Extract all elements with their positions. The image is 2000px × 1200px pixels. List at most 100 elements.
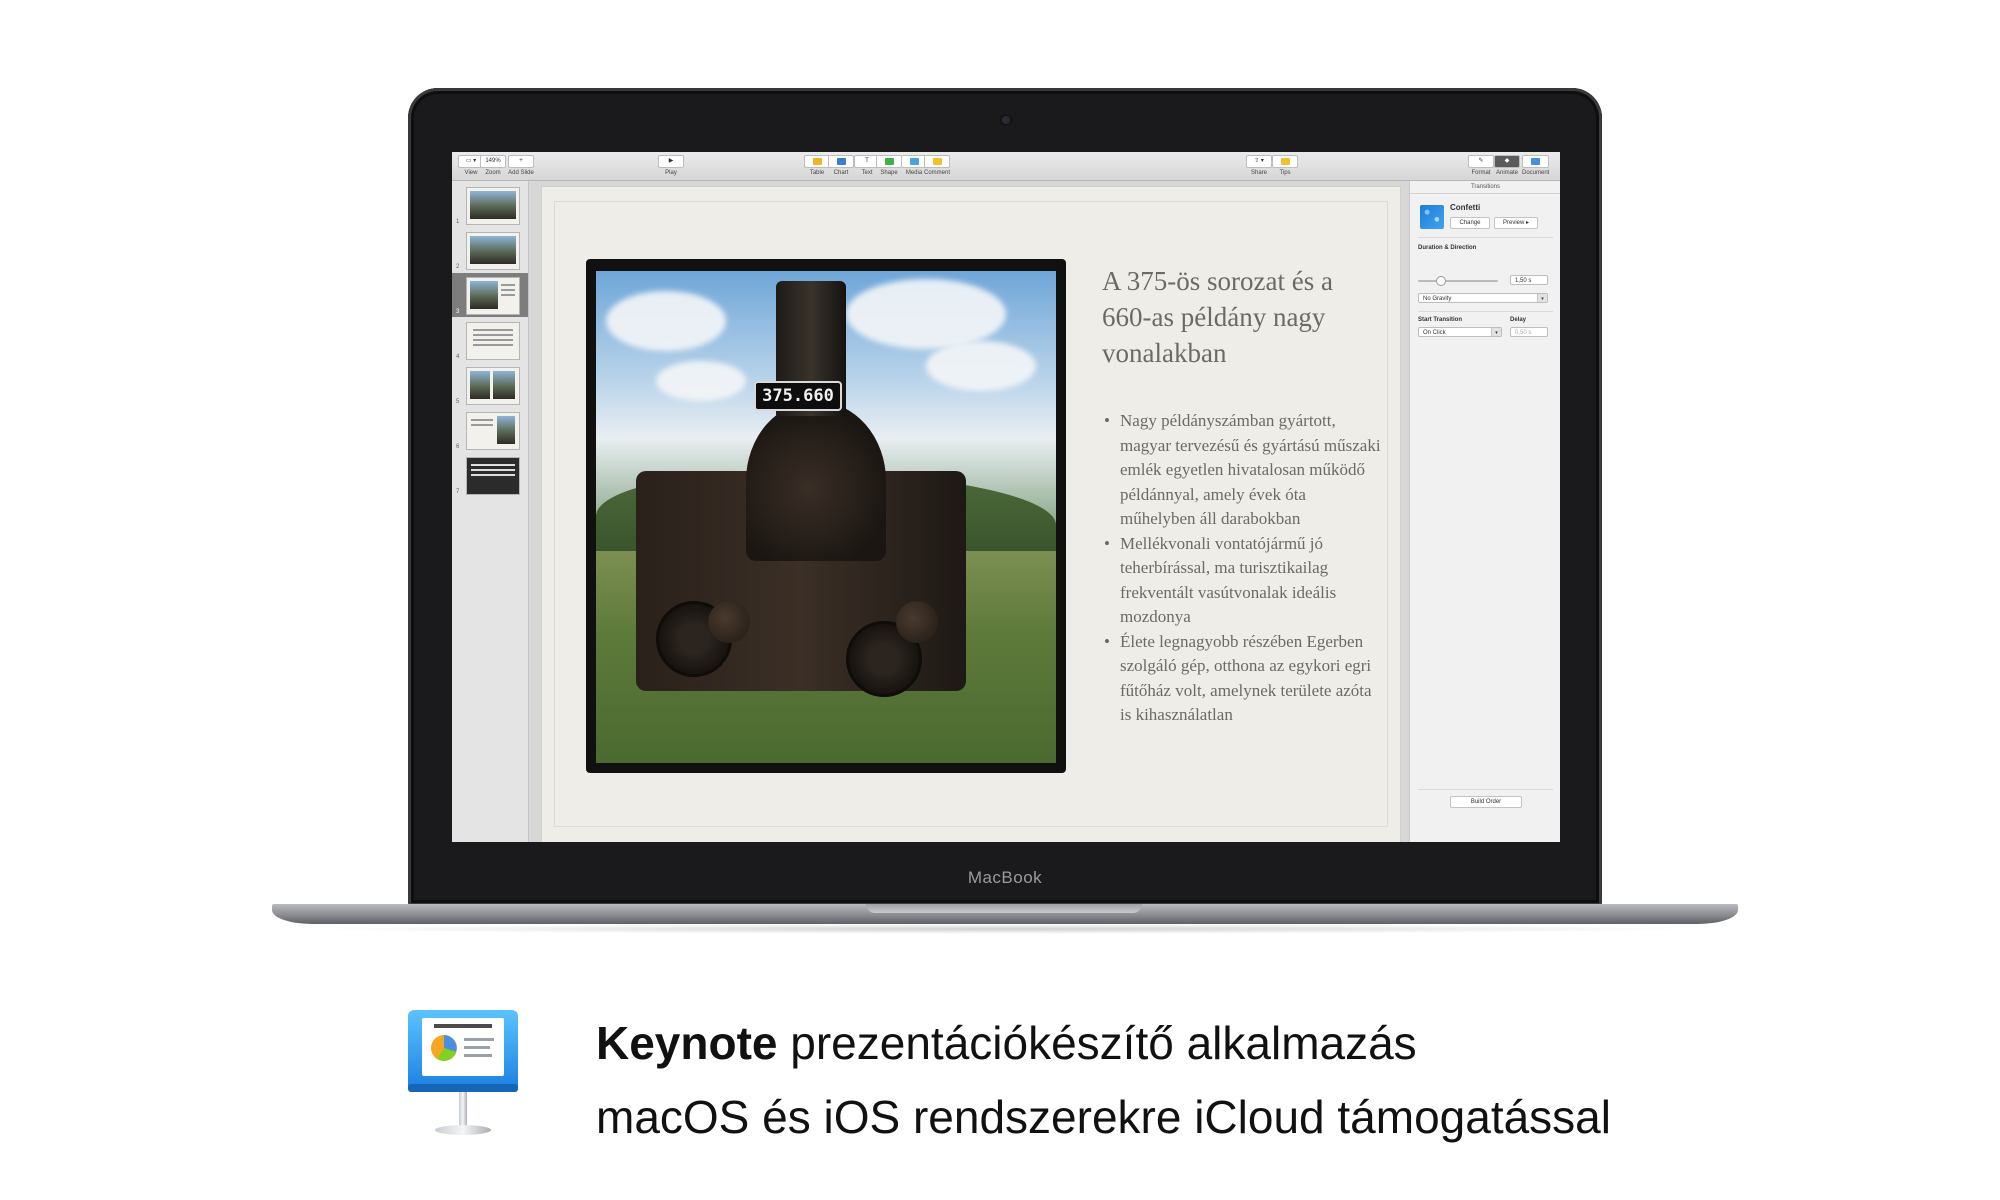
slide-thumbnail-image — [466, 187, 520, 225]
format-label: Format — [1471, 170, 1491, 176]
app-name: Keynote — [596, 1017, 778, 1069]
slide-number: 3 — [456, 309, 460, 315]
animate-inspector: Transitions Confetti Change Preview ▸ Du… — [1409, 181, 1560, 842]
slide-thumbnail-image — [466, 412, 520, 450]
table-icon — [804, 155, 830, 168]
locomotive-number-plate: 375.660 — [754, 381, 842, 411]
share-button[interactable]: ⇧ ▾ Share — [1246, 155, 1272, 176]
delay-heading: Delay — [1510, 317, 1527, 323]
chart-label: Chart — [833, 170, 849, 176]
slide-number: 7 — [456, 489, 460, 495]
slide-thumbnail-2[interactable]: 2 — [452, 228, 528, 272]
delay-value: 0,50 s — [1515, 330, 1532, 336]
confetti-icon — [1420, 205, 1444, 229]
chevron-down-icon: ▾ — [1537, 294, 1547, 302]
document-label: Document — [1522, 170, 1550, 176]
macbook-notch — [866, 904, 1142, 913]
slide-number: 1 — [456, 219, 460, 225]
build-order-button[interactable]: Build Order — [1450, 796, 1522, 808]
share-label: Share — [1250, 170, 1267, 176]
slide-thumbnail-5[interactable]: 5 — [452, 363, 528, 407]
slide-thumbnail-7[interactable]: 7 — [452, 453, 528, 497]
slide-thumbnail-4[interactable]: 4 — [452, 318, 528, 362]
slide-thumbnail-image — [466, 367, 520, 405]
duration-heading: Duration & Direction — [1418, 245, 1477, 251]
slide-thumbnail-image — [466, 277, 520, 315]
slide-thumbnail-1[interactable]: 1 — [452, 183, 528, 227]
bullet-item: Mellékvonali vontatójármű jó teherbíráss… — [1102, 532, 1382, 630]
start-transition-value: On Click — [1423, 330, 1446, 336]
document-button[interactable]: Document — [1522, 155, 1550, 176]
bullet-item: Nagy példányszámban gyártott, magyar ter… — [1102, 409, 1382, 532]
share-icon: ⇧ ▾ — [1246, 155, 1272, 168]
add-slide-button[interactable]: + Add Slide — [508, 155, 534, 176]
format-button[interactable]: ✎ Format — [1468, 155, 1494, 176]
keynote-window: ▭ ▾ View 149% Zoom + Add Slide ▶ Play Ta… — [452, 152, 1560, 842]
divider — [1418, 237, 1553, 238]
shape-icon — [876, 155, 902, 168]
slide-thumbnail-image — [466, 232, 520, 270]
animate-button[interactable]: ◆ Animate — [1494, 155, 1520, 176]
slide-number: 2 — [456, 264, 460, 270]
slide-title[interactable]: A 375-ös sorozat és a 660-as példány nag… — [1102, 263, 1372, 371]
format-icon: ✎ — [1468, 155, 1494, 168]
toolbar: ▭ ▾ View 149% Zoom + Add Slide ▶ Play Ta… — [452, 152, 1560, 181]
zoom-value: 149% — [480, 155, 506, 168]
tips-icon — [1272, 155, 1298, 168]
duration-slider-knob[interactable] — [1436, 276, 1446, 286]
delay-field[interactable]: 0,50 s — [1510, 327, 1548, 337]
tagline-line-1: Keynote prezentációkészítő alkalmazás — [596, 1006, 1916, 1080]
slide-thumbnail-image — [466, 322, 520, 360]
preview-button[interactable]: Preview ▸ — [1494, 217, 1538, 229]
slide-thumbnail-6[interactable]: 6 — [452, 408, 528, 452]
current-slide[interactable]: 375.660 A 375-ös sorozat és a 660-as pél… — [542, 187, 1400, 842]
direction-value: No Gravity — [1423, 296, 1452, 302]
slide-thumbnail-3[interactable]: 3 — [452, 273, 528, 317]
chart-button[interactable]: Chart — [828, 155, 854, 176]
duration-field[interactable]: 1,50 s — [1510, 275, 1548, 285]
tips-button[interactable]: Tips — [1272, 155, 1298, 176]
slide-thumbnail-image — [466, 457, 520, 495]
play-icon: ▶ — [658, 155, 684, 168]
locomotive-photo: 375.660 — [596, 271, 1056, 763]
divider — [1418, 311, 1553, 312]
slide-navigator: 1 2 3 4 5 6 7 — [452, 181, 529, 842]
slide-number: 5 — [456, 399, 460, 405]
table-label: Table — [809, 170, 825, 176]
zoom-label: Zoom — [485, 170, 501, 176]
table-button[interactable]: Table — [804, 155, 830, 176]
duration-value: 1,50 s — [1515, 278, 1532, 284]
play-button[interactable]: ▶ Play — [658, 155, 684, 176]
shape-button[interactable]: Shape — [876, 155, 902, 176]
tagline-line-1-rest: prezentációkészítő alkalmazás — [777, 1017, 1417, 1069]
comment-icon — [924, 155, 951, 168]
keynote-app-icon — [408, 1010, 518, 1135]
animate-label: Animate — [1495, 170, 1518, 176]
slide-number: 4 — [456, 354, 460, 360]
divider — [1418, 789, 1553, 790]
direction-select[interactable]: No Gravity ▾ — [1418, 293, 1548, 303]
bullet-item: Élete legnagyobb részében Egerben szolgá… — [1102, 630, 1382, 728]
slide-number: 6 — [456, 444, 460, 450]
add-slide-label: Add Slide — [508, 170, 534, 176]
start-transition-select[interactable]: On Click ▾ — [1418, 327, 1502, 337]
duration-slider[interactable] — [1418, 280, 1498, 282]
document-icon — [1522, 155, 1550, 168]
macbook-brand-label: MacBook — [967, 868, 1043, 887]
slide-canvas: 375.660 A 375-ös sorozat és a 660-as pél… — [529, 181, 1409, 842]
change-button[interactable]: Change — [1450, 217, 1490, 229]
chart-icon — [828, 155, 854, 168]
inspector-header: Transitions — [1410, 181, 1560, 194]
tips-label: Tips — [1279, 170, 1291, 176]
zoom-button[interactable]: 149% Zoom — [480, 155, 506, 176]
comment-button[interactable]: Comment — [924, 155, 951, 176]
locomotive-photo-frame[interactable]: 375.660 — [586, 259, 1066, 773]
shape-label: Shape — [880, 170, 898, 176]
add-slide-icon: + — [508, 155, 534, 168]
camera-icon — [1002, 116, 1010, 124]
transition-effect-name: Confetti — [1450, 203, 1481, 212]
tagline-line-2: macOS és iOS rendszerekre iCloud támogat… — [596, 1091, 1611, 1143]
tagline: Keynote prezentációkészítő alkalmazás ma… — [596, 1006, 1916, 1154]
play-label: Play — [665, 170, 677, 176]
slide-body-text[interactable]: Nagy példányszámban gyártott, magyar ter… — [1102, 409, 1382, 728]
